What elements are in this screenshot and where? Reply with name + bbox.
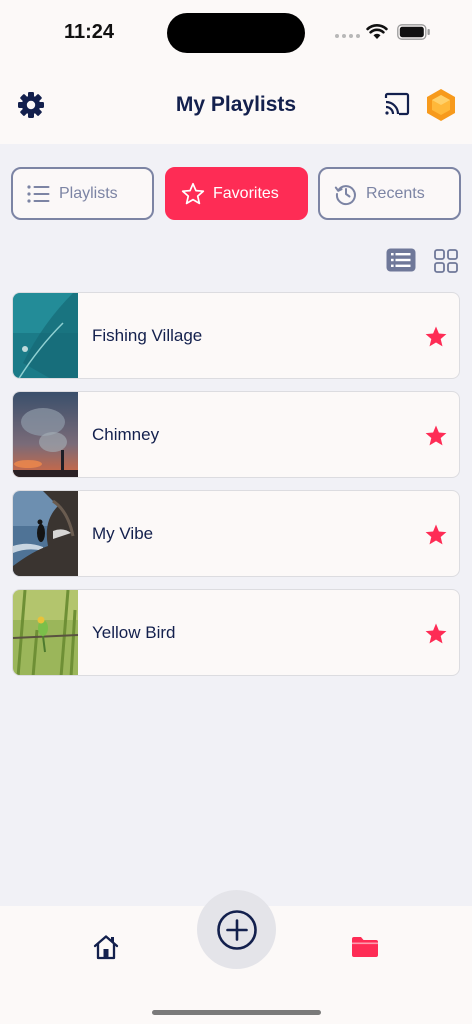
grid-view-icon[interactable] — [434, 249, 458, 273]
status-bar: 11:24 — [0, 0, 472, 64]
battery-icon — [397, 24, 430, 40]
star-icon[interactable] — [424, 622, 448, 646]
playlist-row[interactable]: Yellow Bird — [12, 589, 460, 676]
playlist-row[interactable]: Chimney — [12, 391, 460, 478]
folder-icon[interactable] — [351, 936, 379, 958]
tab-label: Recents — [366, 184, 425, 202]
playlist-row[interactable]: My Vibe — [12, 490, 460, 577]
plus-circle-icon — [216, 909, 257, 950]
app-header: My Playlists — [0, 64, 472, 144]
playlist-thumbnail — [13, 392, 78, 477]
playlist-title: Chimney — [92, 425, 160, 444]
star-icon[interactable] — [424, 523, 448, 547]
tab-label: Playlists — [59, 184, 118, 202]
list-view-icon[interactable] — [386, 248, 416, 272]
hexagon-logo-icon[interactable] — [424, 88, 458, 122]
home-icon[interactable] — [92, 934, 120, 960]
star-icon[interactable] — [424, 424, 448, 448]
playlist-title: My Vibe — [92, 524, 154, 543]
playlist-title: Fishing Village — [92, 326, 203, 345]
star-outline-icon — [181, 182, 205, 204]
cellular-signal-icon — [335, 34, 360, 38]
playlist-thumbnail — [13, 590, 78, 675]
tab-playlists[interactable]: Playlists — [11, 167, 154, 220]
playlist-thumbnail — [13, 491, 78, 576]
wifi-icon — [366, 24, 388, 39]
add-playlist-button[interactable] — [197, 890, 276, 969]
star-icon[interactable] — [424, 325, 448, 349]
cast-icon[interactable] — [383, 92, 411, 116]
tab-favorites[interactable]: Favorites — [165, 167, 308, 220]
playlist-row[interactable]: Fishing Village — [12, 292, 460, 379]
status-time: 11:24 — [64, 21, 115, 43]
home-indicator — [152, 1010, 321, 1015]
tab-recents[interactable]: Recents — [318, 167, 461, 220]
list-icon — [27, 184, 50, 203]
playlist-list: Fishing Village Chimney My Vibe Yellow B… — [12, 292, 460, 688]
dynamic-island — [167, 13, 305, 53]
history-icon — [334, 184, 356, 205]
playlist-thumbnail — [13, 293, 78, 378]
tab-label: Favorites — [213, 184, 279, 202]
playlist-title: Yellow Bird — [92, 623, 176, 642]
bottom-nav — [0, 890, 472, 1024]
